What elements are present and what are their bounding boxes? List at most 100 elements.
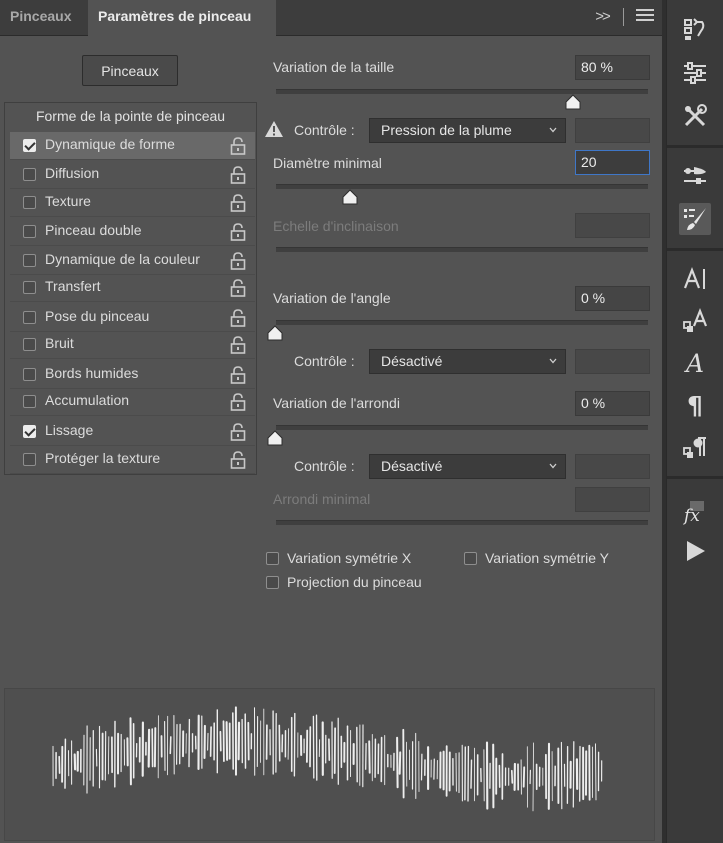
expand-panel-icon[interactable]: >> [588,6,616,28]
flip-y-checkbox[interactable] [464,552,477,565]
roundness-control-select[interactable]: Désactivé [369,454,566,479]
option-row[interactable]: Diffusion [10,161,255,189]
option-label: Texture [45,193,91,209]
option-row[interactable]: Pose du pinceau [10,304,255,332]
paragraph-icon[interactable]: ¶ [679,389,711,421]
unlock-icon[interactable] [230,279,246,297]
unlock-icon[interactable] [230,252,246,270]
stroke-dab [532,742,534,812]
option-row[interactable]: Bruit [10,331,255,359]
unlock-icon[interactable] [230,166,246,184]
option-row[interactable]: Bords humides [10,361,255,389]
toolbar-separator [667,248,723,251]
tools-icon[interactable] [679,100,711,132]
angle-control-fade-input [575,349,650,374]
option-row[interactable]: Transfert [10,274,255,302]
option-label: Pinceau double [45,222,142,238]
brush-projection-checkbox[interactable] [266,576,279,589]
option-label: Diffusion [45,165,100,181]
brushes-button[interactable]: Pinceaux [82,55,178,86]
paragraph-styles-icon[interactable] [679,431,711,463]
option-label: Accumulation [45,392,130,408]
option-checkbox[interactable] [23,196,36,209]
roundness-jitter-label: Variation de l'arrondi [273,395,400,411]
fx-icon[interactable]: fx [679,496,711,528]
min-diameter-input[interactable]: 20 [575,150,650,175]
angle-control-select[interactable]: Désactivé [369,349,566,374]
option-row[interactable]: Texture [10,189,255,217]
stroke-preview-image [52,706,603,812]
option-checkbox[interactable] [23,368,36,381]
history-icon[interactable] [679,13,711,45]
size-jitter-slider-track[interactable] [276,89,648,94]
option-checkbox[interactable] [23,168,36,181]
stroke-dab [470,759,473,789]
tilt-scale-slider-track [276,247,648,252]
unlock-icon[interactable] [230,137,246,155]
angle-jitter-slider-track[interactable] [276,320,648,325]
play-icon[interactable] [679,535,711,567]
option-checkbox[interactable] [23,139,36,152]
option-row[interactable]: Dynamique de la couleur [10,247,255,275]
option-row[interactable]: Pinceau double [10,218,255,246]
angle-jitter-slider-thumb[interactable] [267,325,283,341]
character-styles-icon[interactable] [679,305,711,337]
unlock-icon[interactable] [230,393,246,411]
unlock-icon[interactable] [230,194,246,212]
unlock-icon[interactable] [230,336,246,354]
min-diameter-slider-track[interactable] [276,184,648,189]
brush-presets-icon[interactable] [679,160,711,192]
unlock-icon[interactable] [230,366,246,384]
unlock-icon[interactable] [230,309,246,327]
unlock-icon[interactable] [230,223,246,241]
brush-tip-shape-item[interactable]: Forme de la pointe de pinceau [4,103,257,129]
option-checkbox[interactable] [23,395,36,408]
size-control-select[interactable]: Pression de la plume [369,118,566,143]
unlock-icon[interactable] [230,423,246,441]
option-checkbox[interactable] [23,225,36,238]
min-diameter-slider-thumb[interactable] [342,189,358,205]
tab-pinceaux[interactable]: Pinceaux [0,0,88,35]
option-row[interactable]: Protéger la texture [10,446,255,474]
roundness-jitter-slider-thumb[interactable] [267,430,283,446]
option-checkbox[interactable] [23,338,36,351]
option-row[interactable]: Lissage [10,418,255,446]
option-label: Lissage [45,422,94,438]
angle-control-value: Désactivé [381,353,443,369]
angle-jitter-input[interactable]: 0 % [575,286,650,311]
brush-settings-icon[interactable] [679,203,711,235]
chevron-down-icon [549,358,557,364]
option-checkbox[interactable] [23,453,36,466]
chevron-down-icon [549,127,557,133]
glyphs-icon[interactable]: A [679,347,711,379]
option-checkbox[interactable] [23,425,36,438]
stroke-dab [368,740,371,774]
tab-parametres-de-pinceau[interactable]: Paramètres de pinceau [88,0,276,36]
option-checkbox[interactable] [23,254,36,267]
option-label: Dynamique de forme [45,136,175,152]
tilt-scale-input [575,213,650,238]
option-label: Dynamique de la couleur [45,251,200,267]
panel-menu-icon[interactable] [636,9,654,25]
brush-projection-label: Projection du pinceau [287,574,422,590]
option-checkbox[interactable] [23,311,36,324]
option-row[interactable]: Dynamique de forme [10,132,255,160]
roundness-jitter-input[interactable]: 0 % [575,391,650,416]
warning-icon [265,121,283,137]
stroke-dab [595,743,597,801]
flip-y-label: Variation symétrie Y [485,550,609,566]
roundness-jitter-slider-track[interactable] [276,425,648,430]
option-checkbox[interactable] [23,281,36,294]
tilt-scale-label: Echelle d'inclinaison [273,218,399,234]
stroke-dab [287,728,290,760]
character-icon[interactable] [679,263,711,295]
flip-x-checkbox[interactable] [266,552,279,565]
size-jitter-slider-thumb[interactable] [565,94,581,110]
option-row[interactable]: Accumulation [10,388,255,416]
roundness-control-label: Contrôle : [294,458,355,474]
stroke-dab [572,741,575,808]
unlock-icon[interactable] [230,451,246,469]
size-jitter-input[interactable]: 80 % [575,55,650,80]
adjustments-icon[interactable] [679,57,711,89]
size-control-value: Pression de la plume [381,122,512,138]
